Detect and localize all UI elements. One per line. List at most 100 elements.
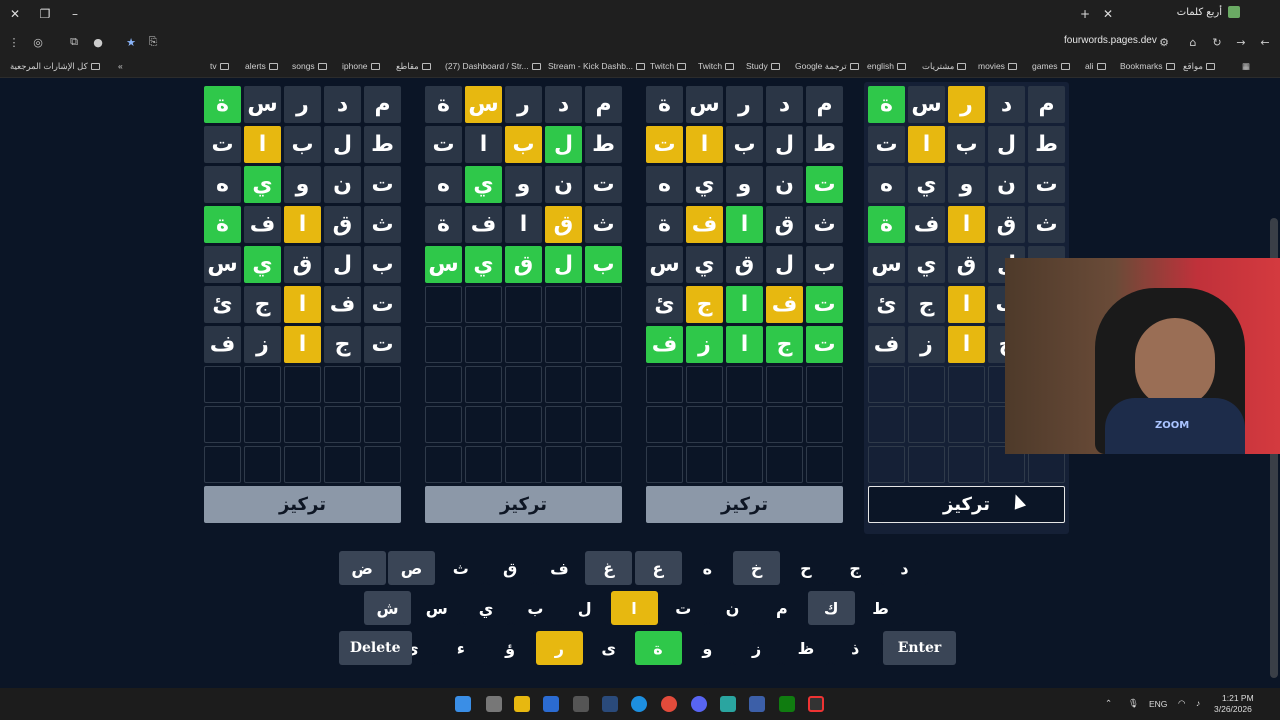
bookmark-item[interactable]: كل الإشارات المرجعية (10, 61, 100, 72)
letter-key[interactable]: ر (535, 631, 583, 665)
language-indicator[interactable]: ENG (1149, 699, 1167, 709)
url-field[interactable]: fourwords.pages.dev (1064, 35, 1157, 46)
letter-key[interactable]: ة (634, 631, 682, 665)
clock-time[interactable]: 1:21 PM (1222, 693, 1254, 703)
letter-key[interactable]: ؤ (486, 631, 534, 665)
back-icon[interactable]: ← (1257, 34, 1273, 50)
letter-key[interactable]: ش (364, 591, 411, 625)
bookmark-item[interactable]: ali (1085, 61, 1106, 71)
tray-chevron-icon[interactable]: ⌃ (1105, 698, 1112, 709)
page-share-icon[interactable]: ⎘ (145, 34, 161, 50)
reload-icon[interactable]: ↻ (1209, 34, 1225, 50)
bookmark-item[interactable]: english (867, 61, 906, 71)
delete-key[interactable]: Delete (338, 631, 412, 665)
letter-key[interactable]: ت (659, 591, 707, 625)
bookmark-item[interactable]: games (1032, 61, 1070, 71)
new-tab-icon[interactable]: + (1075, 4, 1095, 24)
capture-icon[interactable] (749, 696, 765, 712)
focus-button-board-3[interactable]: تركيز (646, 486, 843, 523)
bookmark-item[interactable]: iphone (342, 61, 380, 71)
site-settings-icon[interactable]: ⚙ (1156, 34, 1172, 50)
extensions-icon[interactable]: ⧉ (66, 34, 82, 50)
letter-key[interactable]: ح (782, 551, 830, 585)
board-4-tile: ل (988, 126, 1025, 163)
microphone-icon[interactable]: 🎙 (1128, 698, 1139, 709)
letter-key[interactable]: ء (437, 631, 485, 665)
letter-key[interactable]: ص (388, 551, 435, 585)
letter-key[interactable]: ز (733, 631, 781, 665)
profile-icon[interactable]: ◎ (30, 34, 46, 50)
forward-icon[interactable]: → (1233, 34, 1249, 50)
minimize-window-icon[interactable]: – (65, 4, 85, 24)
letter-key[interactable]: ب (511, 591, 559, 625)
edge-icon[interactable] (631, 696, 647, 712)
home-icon[interactable]: ⌂ (1185, 34, 1201, 50)
enter-key[interactable]: Enter (883, 631, 956, 665)
terminal-icon[interactable] (573, 696, 589, 712)
bookmarks-overflow-icon[interactable]: « (118, 61, 123, 71)
bookmark-item[interactable]: songs (292, 61, 327, 71)
file-explorer-icon[interactable] (514, 696, 530, 712)
bookmark-item[interactable]: tv (210, 61, 229, 71)
letter-key[interactable]: س (413, 591, 461, 625)
letter-key[interactable]: ى (585, 631, 633, 665)
letter-key[interactable]: ظ (782, 631, 830, 665)
bookmark-item[interactable]: Stream - Kick Dashb... (548, 61, 646, 71)
discord-icon[interactable] (691, 696, 707, 712)
letter-key[interactable]: ط (857, 591, 904, 625)
record-icon[interactable] (808, 696, 824, 712)
bookmark-item[interactable]: Bookmarks (1120, 61, 1175, 71)
volume-icon[interactable]: ♪ (1196, 698, 1200, 708)
letter-key[interactable]: ك (807, 591, 855, 625)
letter-key[interactable]: ع (634, 551, 682, 585)
letter-key[interactable]: م (758, 591, 806, 625)
focus-button-board-2[interactable]: تركيز (425, 486, 622, 523)
task-view-icon[interactable] (486, 696, 502, 712)
bookmark-item[interactable]: Google ترجمة (795, 61, 859, 72)
calculator-icon[interactable] (543, 696, 559, 712)
letter-key[interactable]: ن (709, 591, 757, 625)
letter-key[interactable]: غ (585, 551, 633, 585)
letter-key[interactable]: ج (831, 551, 879, 585)
letter-key[interactable]: ث (437, 551, 485, 585)
letter-key[interactable]: و (683, 631, 731, 665)
letter-key[interactable]: خ (733, 551, 781, 585)
apps-icon[interactable]: ▦ (1242, 61, 1250, 72)
letter-key[interactable]: ذ (831, 631, 879, 665)
extension-pin-icon[interactable]: ● (90, 34, 106, 50)
xbox-icon[interactable] (779, 696, 795, 712)
close-tab-icon[interactable]: ✕ (1098, 4, 1118, 24)
wifi-icon[interactable]: ◠ (1178, 698, 1185, 709)
letter-key[interactable]: ض (338, 551, 386, 585)
bookmark-item[interactable]: مقاطع (396, 61, 431, 72)
focus-button-board-4[interactable]: تركيز (868, 486, 1065, 523)
bookmark-item[interactable]: مشتريات (922, 61, 967, 72)
letter-key[interactable]: ا (610, 591, 658, 625)
bookmark-item[interactable]: alerts (245, 61, 278, 71)
letter-key[interactable]: د (881, 551, 928, 585)
bookmark-item[interactable]: Twitch (650, 61, 687, 71)
menu-dots-icon[interactable]: ⋮ (6, 34, 22, 50)
bookmark-star-icon[interactable]: ★ (123, 34, 139, 50)
letter-key[interactable]: ف (535, 551, 583, 585)
restore-window-icon[interactable]: ❐ (35, 4, 55, 24)
letter-key[interactable]: ه (683, 551, 731, 585)
kick-icon (636, 62, 646, 70)
start-icon[interactable] (455, 696, 471, 712)
bookmark-item[interactable]: Study (746, 61, 780, 71)
bookmark-item[interactable]: (27) Dashboard / Str... (445, 61, 541, 71)
letter-key[interactable]: ل (561, 591, 609, 625)
chrome-icon[interactable] (661, 696, 677, 712)
focus-button-board-1[interactable]: تركيز (204, 486, 401, 523)
letter-key[interactable]: ي (462, 591, 510, 625)
steam-icon[interactable] (602, 696, 618, 712)
bookmark-item[interactable]: مواقع (1183, 61, 1215, 72)
bookmark-item[interactable]: movies (978, 61, 1017, 71)
close-window-icon[interactable]: ✕ (5, 4, 25, 24)
bookmark-item[interactable]: Twitch (698, 61, 735, 71)
app-icon[interactable] (720, 696, 736, 712)
board-2-tile: م (585, 86, 622, 123)
clock-date[interactable]: 3/26/2026 (1214, 704, 1252, 714)
letter-key[interactable]: ق (486, 551, 534, 585)
browser-tab[interactable]: أربع كلمات (1177, 6, 1240, 18)
